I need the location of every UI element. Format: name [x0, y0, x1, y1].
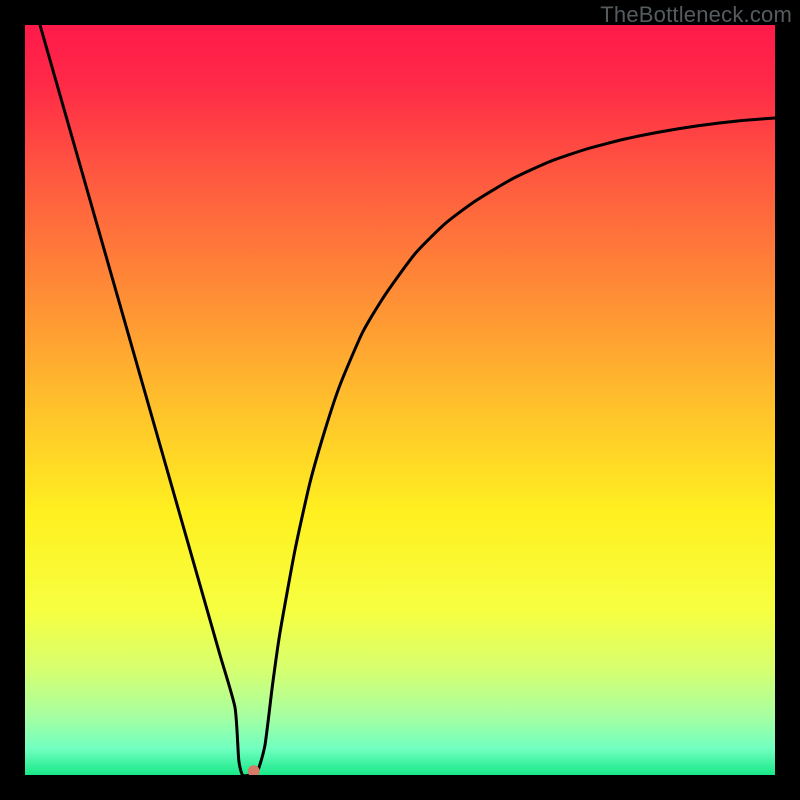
chart-background	[25, 25, 775, 775]
chart-frame: TheBottleneck.com	[0, 0, 800, 800]
chart-svg	[25, 25, 775, 775]
plot-area	[25, 25, 775, 775]
watermark-text: TheBottleneck.com	[600, 2, 792, 28]
